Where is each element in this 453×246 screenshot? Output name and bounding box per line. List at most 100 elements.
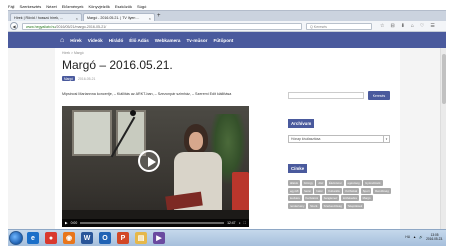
tag-item[interactable]: Kulturális	[326, 187, 342, 194]
tag-item[interactable]: Élelmiszer	[327, 180, 344, 186]
tag-item[interactable]: közlekedés	[341, 195, 360, 202]
back-icon[interactable]: ◀	[10, 22, 18, 30]
nav-elo-adas[interactable]: Élő Adás	[129, 38, 149, 43]
volume-icon[interactable]: ◖	[239, 221, 241, 225]
tag-item[interactable]: egészség	[345, 180, 362, 186]
pocket-icon[interactable]: ♡	[420, 23, 424, 29]
nav-futopont[interactable]: Fűtőpont	[213, 38, 233, 43]
tag-item[interactable]: határ	[314, 187, 325, 194]
media-icon[interactable]: ▶	[153, 232, 165, 244]
tag-item[interactable]: Szerkesztőség	[321, 202, 344, 209]
volume-icon[interactable]: 🔊	[419, 235, 423, 239]
article-meta: Margó 2016-05-21	[62, 76, 95, 81]
search-input[interactable]: Q Keresés	[306, 23, 372, 30]
tag-item[interactable]: Kórházak	[343, 187, 360, 194]
tab-news-label: Hírek | Rövid / hosszú hírek, ...	[14, 16, 64, 20]
firefox-icon[interactable]: ◉	[63, 232, 75, 244]
system-tray: HU ▲ 🔊 13:05 2016.05.23.	[405, 233, 443, 241]
archive-heading: Archívum	[288, 119, 315, 128]
page-scrollbar[interactable]	[440, 48, 446, 229]
play-icon[interactable]	[138, 150, 160, 172]
video-progress[interactable]	[80, 222, 225, 224]
outlook-icon[interactable]: O	[99, 232, 111, 244]
clock[interactable]: 13:05 2016.05.23.	[426, 233, 443, 241]
screenshot: Fájl Szerkesztés Nézet Előzmények Könyvj…	[0, 0, 453, 246]
play-small-icon[interactable]: ▶	[65, 221, 68, 225]
tag-item[interactable]: hazai	[302, 187, 313, 194]
tag-item[interactable]: hanglemez	[321, 195, 340, 202]
home-icon[interactable]: ⌂	[411, 23, 414, 29]
folder-icon[interactable]: ▤	[135, 232, 147, 244]
video-bg-chair	[232, 172, 249, 212]
microphone-icon	[130, 110, 136, 116]
menu-icon[interactable]: ☰	[430, 23, 434, 29]
taskbar-apps: e ● ◉ W O P ▤ ▶	[27, 232, 165, 244]
tag-item[interactable]: Kertvárosi	[303, 195, 321, 202]
site-header: ⌂ Hírek Videók Hírádó Élő Adás Webkamera…	[8, 32, 446, 48]
powerpoint-icon[interactable]: P	[117, 232, 129, 244]
scrollbar-thumb[interactable]	[442, 54, 446, 104]
navigation-bar: ◀ www.hegyaliatv.hu/2016/05/21/margo-201…	[8, 21, 446, 32]
chrome-icon[interactable]: ●	[45, 232, 57, 244]
download-icon[interactable]: ⬇	[401, 23, 405, 29]
site-nav: ⌂ Hírek Videók Hírádó Élő Adás Webkamera…	[60, 32, 233, 48]
tab-strip: Hírek | Rövid / hosszú hírek, ... × Marg…	[8, 10, 446, 22]
video-time: 0:00	[70, 221, 78, 225]
video-speaker	[165, 124, 226, 224]
tag-cloud: állatok bűnügy disz Élelmiszer egészség Gyümö…	[288, 180, 392, 209]
explorer-icon[interactable]: e	[27, 232, 39, 244]
nav-webkamera[interactable]: Webkamera	[155, 38, 181, 43]
breadcrumb[interactable]: Hírek > Margó	[62, 51, 84, 55]
tray-expand-icon[interactable]: ▲	[413, 235, 416, 239]
close-icon[interactable]: ×	[74, 16, 78, 21]
video-bg-window	[116, 110, 146, 156]
bookmark-icon[interactable]: ⊟	[390, 23, 394, 29]
content-area: Hírek > Margó Margó – 2016.05.21. Margó …	[55, 48, 400, 229]
nav-hirek[interactable]: Hírek	[70, 38, 82, 43]
sidebar-search-button[interactable]: Keresés	[368, 91, 390, 100]
toolbar-icons: ☆ ⊟ ⬇ ⌂ ♡ ☰	[380, 23, 435, 29]
nav-tv-musor[interactable]: Tv-műsor	[187, 38, 208, 43]
article-date: 2016-05-21	[78, 76, 96, 81]
new-tab-button[interactable]: +	[157, 13, 161, 19]
tag-item[interactable]: egy-Mi	[288, 187, 301, 194]
word-icon[interactable]: W	[81, 232, 93, 244]
tag-item[interactable]: bűnügy	[301, 180, 315, 186]
speaker-face	[189, 132, 203, 150]
url-bar[interactable]: www.hegyaliatv.hu/2016/05/21/margo-2016-…	[22, 23, 302, 30]
tag-item[interactable]: Rendőrség	[373, 187, 391, 194]
archive-select[interactable]: Hónap kiválasztása ▾	[288, 135, 390, 143]
url-host: www.hegyaliatv.hu	[26, 24, 56, 29]
clock-date: 2016.05.23.	[426, 237, 443, 241]
nav-videok[interactable]: Videók	[88, 38, 103, 43]
close-icon[interactable]: ×	[147, 16, 151, 21]
video-bg-window	[72, 110, 112, 156]
tag-item[interactable]: Szerk.	[308, 202, 320, 209]
tag-item[interactable]: kedvére	[288, 195, 302, 202]
category-badge[interactable]: Margó	[62, 76, 76, 81]
tag-item[interactable]: Sport	[360, 187, 372, 194]
start-button[interactable]	[9, 231, 23, 245]
home-icon[interactable]: ⌂	[60, 37, 64, 44]
fullscreen-icon[interactable]: ⛶	[244, 221, 246, 225]
tag-item[interactable]: állatok	[288, 180, 301, 186]
tag-item[interactable]: rendezvény	[288, 202, 307, 209]
tag-item[interactable]: Települések	[345, 202, 365, 209]
page-body: Hírek > Margó Margó – 2016.05.21. Margó …	[8, 48, 446, 229]
chevron-down-icon: ▾	[383, 136, 389, 142]
video-controls: ▶ 0:00 12:47 ◖ ⛶	[62, 219, 249, 227]
sidebar-search-input[interactable]	[288, 92, 364, 99]
video-player[interactable]: ▶ 0:00 12:47 ◖ ⛶	[62, 106, 249, 227]
star-icon[interactable]: ☆	[380, 23, 384, 29]
tag-item[interactable]: Margó	[360, 195, 373, 202]
archive-select-value: Hónap kiválasztása	[291, 137, 321, 141]
windows-taskbar: e ● ◉ W O P ▤ ▶ HU ▲ 🔊 13:05 2016.05.23.	[8, 229, 446, 246]
tags-heading: Címke	[288, 164, 308, 173]
tag-item[interactable]: Gyümölcsök	[363, 180, 383, 186]
article-summary: Mipsinosi Mariannna koncertje, – Kiállít…	[62, 92, 232, 96]
video-duration: 12:47	[227, 221, 236, 225]
tag-item[interactable]: disz	[316, 180, 326, 186]
language-indicator[interactable]: HU	[405, 235, 410, 239]
nav-hirado[interactable]: Hírádó	[109, 38, 124, 43]
page-title: Margó – 2016.05.21.	[62, 58, 173, 72]
